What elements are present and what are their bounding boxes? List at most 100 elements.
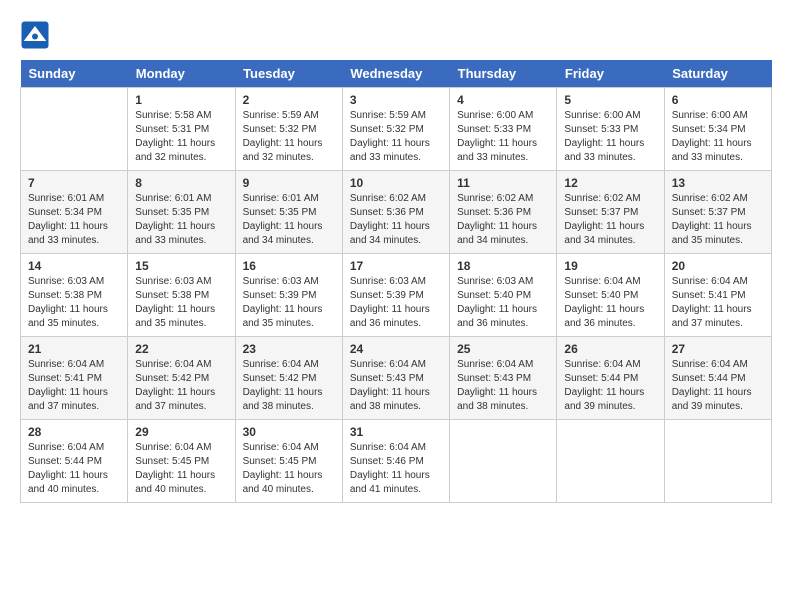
- calendar-cell: [21, 88, 128, 171]
- day-number: 11: [457, 176, 549, 190]
- calendar-cell: 23Sunrise: 6:04 AMSunset: 5:42 PMDayligh…: [235, 337, 342, 420]
- day-info: Sunrise: 6:04 AMSunset: 5:44 PMDaylight:…: [28, 441, 120, 497]
- calendar-week: 14 Sunrise: 6:03 AMSunset: 5:38 PMDayligh…: [21, 254, 772, 337]
- day-number: 27: [672, 342, 764, 356]
- day-number: 28: [28, 425, 120, 439]
- day-info: Sunrise: 6:01 AMSunset: 5:35 PMDaylight:…: [243, 192, 335, 248]
- day-info: Sunrise: 6:04 AMSunset: 5:46 PMDaylight:…: [350, 441, 442, 497]
- day-number: 16: [243, 259, 335, 273]
- logo-icon: [20, 20, 50, 50]
- day-number: 14: [28, 259, 120, 273]
- calendar-cell: 24 Sunrise: 6:04 AMSunset: 5:43 PMDayligh…: [342, 337, 449, 420]
- day-number: 8: [135, 176, 227, 190]
- day-info: Sunrise: 6:03 AMSunset: 5:39 PMDaylight:…: [243, 275, 335, 331]
- day-info: Sunrise: 6:01 AMSunset: 5:34 PMDaylight:…: [28, 192, 120, 248]
- day-header: Sunday: [21, 60, 128, 88]
- day-number: 26: [564, 342, 656, 356]
- calendar-cell: [450, 420, 557, 503]
- day-header: Thursday: [450, 60, 557, 88]
- day-number: 19: [564, 259, 656, 273]
- day-info: Sunrise: 6:04 AMSunset: 5:45 PMDaylight:…: [135, 441, 227, 497]
- day-info: Sunrise: 6:04 AMSunset: 5:42 PMDaylight:…: [243, 358, 335, 414]
- day-header: Monday: [128, 60, 235, 88]
- day-info: Sunrise: 6:01 AMSunset: 5:35 PMDaylight:…: [135, 192, 227, 248]
- day-info: Sunrise: 6:03 AMSunset: 5:40 PMDaylight:…: [457, 275, 549, 331]
- calendar-cell: 15 Sunrise: 6:03 AMSunset: 5:38 PMDayligh…: [128, 254, 235, 337]
- day-info: Sunrise: 6:03 AMSunset: 5:38 PMDaylight:…: [135, 275, 227, 331]
- day-number: 29: [135, 425, 227, 439]
- calendar-cell: 20 Sunrise: 6:04 AMSunset: 5:41 PMDayligh…: [664, 254, 771, 337]
- day-info: Sunrise: 6:04 AMSunset: 5:41 PMDaylight:…: [28, 358, 120, 414]
- calendar-cell: 7 Sunrise: 6:01 AMSunset: 5:34 PMDaylight…: [21, 171, 128, 254]
- day-info: Sunrise: 6:04 AMSunset: 5:41 PMDaylight:…: [672, 275, 764, 331]
- calendar-cell: 27 Sunrise: 6:04 AMSunset: 5:44 PMDayligh…: [664, 337, 771, 420]
- day-info: Sunrise: 5:59 AMSunset: 5:32 PMDaylight:…: [243, 109, 335, 165]
- day-info: Sunrise: 6:04 AMSunset: 5:44 PMDaylight:…: [564, 358, 656, 414]
- calendar-cell: 22 Sunrise: 6:04 AMSunset: 5:42 PMDayligh…: [128, 337, 235, 420]
- logo: [20, 20, 54, 50]
- day-number: 17: [350, 259, 442, 273]
- calendar-table: SundayMondayTuesdayWednesdayThursdayFrid…: [20, 60, 772, 503]
- day-number: 1: [135, 93, 227, 107]
- day-header: Saturday: [664, 60, 771, 88]
- calendar-cell: 26 Sunrise: 6:04 AMSunset: 5:44 PMDayligh…: [557, 337, 664, 420]
- calendar-cell: 13Sunrise: 6:02 AMSunset: 5:37 PMDayligh…: [664, 171, 771, 254]
- day-info: Sunrise: 6:02 AMSunset: 5:37 PMDaylight:…: [564, 192, 656, 248]
- calendar-cell: [557, 420, 664, 503]
- day-info: Sunrise: 6:00 AMSunset: 5:33 PMDaylight:…: [457, 109, 549, 165]
- day-number: 4: [457, 93, 549, 107]
- calendar-cell: 3Sunrise: 5:59 AMSunset: 5:32 PMDaylight…: [342, 88, 449, 171]
- calendar-cell: 28 Sunrise: 6:04 AMSunset: 5:44 PMDayligh…: [21, 420, 128, 503]
- calendar-cell: 21Sunrise: 6:04 AMSunset: 5:41 PMDayligh…: [21, 337, 128, 420]
- day-number: 24: [350, 342, 442, 356]
- calendar-cell: 4 Sunrise: 6:00 AMSunset: 5:33 PMDaylight…: [450, 88, 557, 171]
- day-header: Tuesday: [235, 60, 342, 88]
- calendar-cell: 1Sunrise: 5:58 AMSunset: 5:31 PMDaylight…: [128, 88, 235, 171]
- day-header: Friday: [557, 60, 664, 88]
- day-number: 7: [28, 176, 120, 190]
- calendar-cell: 30Sunrise: 6:04 AMSunset: 5:45 PMDayligh…: [235, 420, 342, 503]
- day-number: 15: [135, 259, 227, 273]
- day-number: 6: [672, 93, 764, 107]
- calendar-cell: 12 Sunrise: 6:02 AMSunset: 5:37 PMDayligh…: [557, 171, 664, 254]
- calendar-cell: 2 Sunrise: 5:59 AMSunset: 5:32 PMDaylight…: [235, 88, 342, 171]
- calendar-cell: 29 Sunrise: 6:04 AMSunset: 5:45 PMDayligh…: [128, 420, 235, 503]
- day-info: Sunrise: 6:03 AMSunset: 5:39 PMDaylight:…: [350, 275, 442, 331]
- calendar-week: 7 Sunrise: 6:01 AMSunset: 5:34 PMDaylight…: [21, 171, 772, 254]
- calendar-cell: [664, 420, 771, 503]
- calendar-cell: 5Sunrise: 6:00 AMSunset: 5:33 PMDaylight…: [557, 88, 664, 171]
- day-number: 22: [135, 342, 227, 356]
- day-info: Sunrise: 6:02 AMSunset: 5:36 PMDaylight:…: [350, 192, 442, 248]
- calendar-cell: 31 Sunrise: 6:04 AMSunset: 5:46 PMDayligh…: [342, 420, 449, 503]
- calendar-cell: 10 Sunrise: 6:02 AMSunset: 5:36 PMDayligh…: [342, 171, 449, 254]
- calendar-cell: 25 Sunrise: 6:04 AMSunset: 5:43 PMDayligh…: [450, 337, 557, 420]
- day-number: 25: [457, 342, 549, 356]
- calendar-week: 28 Sunrise: 6:04 AMSunset: 5:44 PMDayligh…: [21, 420, 772, 503]
- day-number: 9: [243, 176, 335, 190]
- day-info: Sunrise: 6:04 AMSunset: 5:43 PMDaylight:…: [457, 358, 549, 414]
- day-header: Wednesday: [342, 60, 449, 88]
- day-number: 10: [350, 176, 442, 190]
- day-info: Sunrise: 6:04 AMSunset: 5:40 PMDaylight:…: [564, 275, 656, 331]
- day-info: Sunrise: 6:04 AMSunset: 5:45 PMDaylight:…: [243, 441, 335, 497]
- day-info: Sunrise: 6:04 AMSunset: 5:44 PMDaylight:…: [672, 358, 764, 414]
- day-number: 5: [564, 93, 656, 107]
- day-number: 12: [564, 176, 656, 190]
- day-number: 2: [243, 93, 335, 107]
- day-number: 20: [672, 259, 764, 273]
- calendar-cell: 18 Sunrise: 6:03 AMSunset: 5:40 PMDayligh…: [450, 254, 557, 337]
- day-info: Sunrise: 6:04 AMSunset: 5:43 PMDaylight:…: [350, 358, 442, 414]
- calendar-cell: 14Sunrise: 6:03 AMSunset: 5:38 PMDayligh…: [21, 254, 128, 337]
- day-info: Sunrise: 6:00 AMSunset: 5:34 PMDaylight:…: [672, 109, 764, 165]
- calendar-cell: 19 Sunrise: 6:04 AMSunset: 5:40 PMDayligh…: [557, 254, 664, 337]
- calendar-cell: 8 Sunrise: 6:01 AMSunset: 5:35 PMDaylight…: [128, 171, 235, 254]
- calendar-cell: 16 Sunrise: 6:03 AMSunset: 5:39 PMDayligh…: [235, 254, 342, 337]
- calendar-week: 21Sunrise: 6:04 AMSunset: 5:41 PMDayligh…: [21, 337, 772, 420]
- day-number: 31: [350, 425, 442, 439]
- day-number: 18: [457, 259, 549, 273]
- day-info: Sunrise: 6:04 AMSunset: 5:42 PMDaylight:…: [135, 358, 227, 414]
- day-info: Sunrise: 6:02 AMSunset: 5:37 PMDaylight:…: [672, 192, 764, 248]
- header-row: SundayMondayTuesdayWednesdayThursdayFrid…: [21, 60, 772, 88]
- day-info: Sunrise: 6:02 AMSunset: 5:36 PMDaylight:…: [457, 192, 549, 248]
- calendar-cell: 11 Sunrise: 6:02 AMSunset: 5:36 PMDayligh…: [450, 171, 557, 254]
